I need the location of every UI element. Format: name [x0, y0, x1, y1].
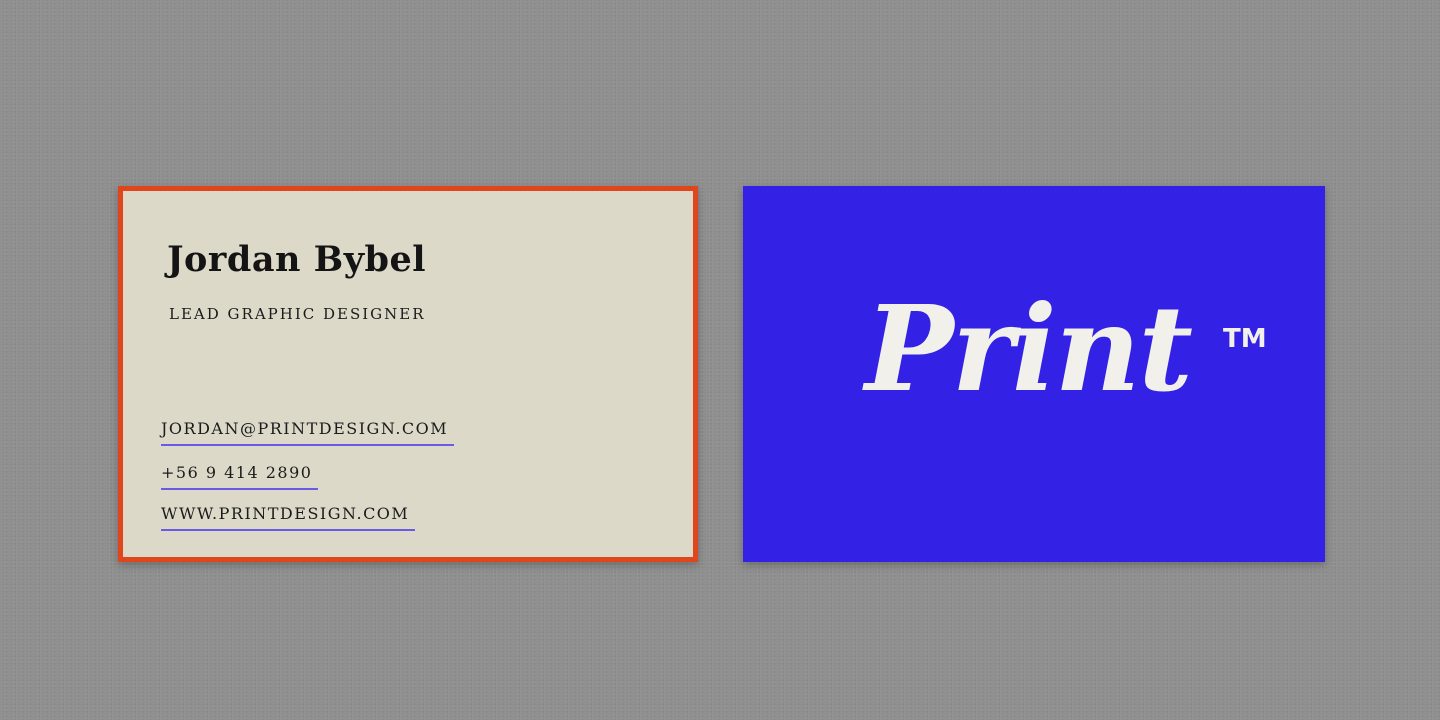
business-card-back: Print TM	[743, 186, 1325, 562]
card-phone: +56 9 414 2890	[161, 463, 319, 490]
card-job-title: LEAD GRAPHIC DESIGNER	[169, 305, 426, 323]
card-website: WWW.PRINTDESIGN.COM	[161, 504, 416, 531]
card-name: Jordan Bybel	[167, 239, 427, 280]
card-email: JORDAN@PRINTDESIGN.COM	[161, 419, 455, 446]
trademark-symbol: TM	[1223, 324, 1267, 354]
print-logo: Print	[865, 279, 1193, 418]
business-card-front: Jordan Bybel LEAD GRAPHIC DESIGNER JORDA…	[118, 186, 698, 562]
